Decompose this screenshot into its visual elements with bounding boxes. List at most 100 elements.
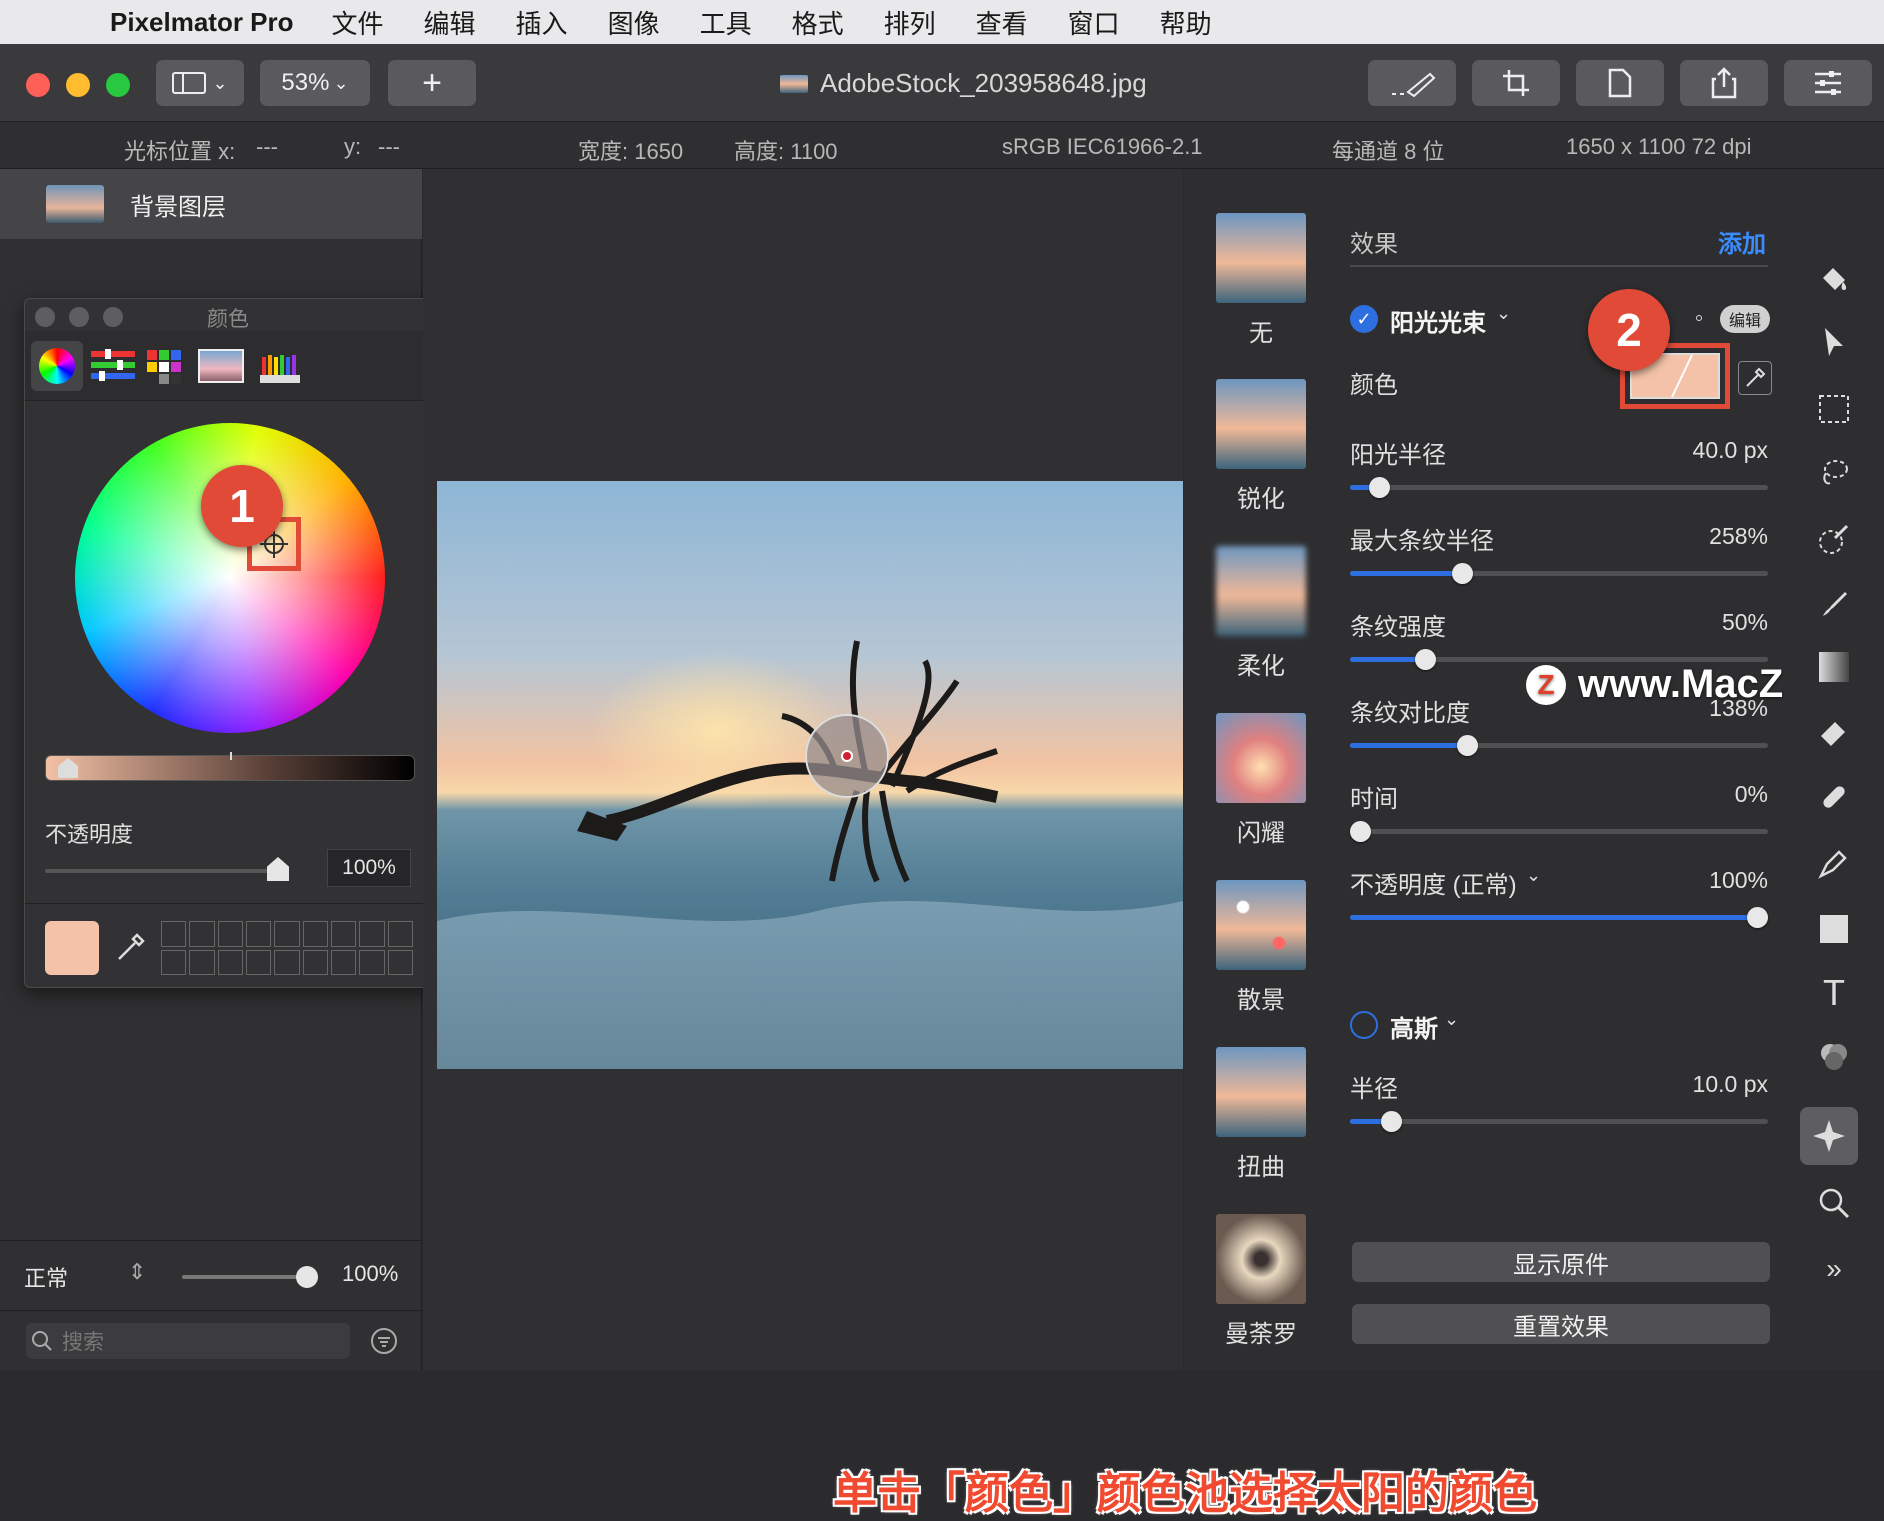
slider-knob[interactable] bbox=[1414, 649, 1436, 670]
empty-swatch[interactable] bbox=[302, 949, 328, 975]
color-swatch-grid[interactable] bbox=[161, 921, 413, 975]
bandage-retouch-icon[interactable] bbox=[1810, 773, 1858, 821]
empty-swatch[interactable] bbox=[246, 921, 272, 947]
magic-select-icon[interactable] bbox=[1810, 515, 1858, 563]
effect-opacity-slider[interactable] bbox=[1350, 907, 1768, 928]
edit-effect-button[interactable]: 编辑 bbox=[1720, 305, 1770, 333]
panel-close-button[interactable] bbox=[35, 307, 55, 327]
reset-effects-button[interactable]: 重置效果 bbox=[1352, 1304, 1770, 1344]
rectangle-select-icon[interactable] bbox=[1810, 385, 1858, 433]
empty-swatch[interactable] bbox=[217, 921, 243, 947]
menu-file[interactable]: 文件 bbox=[332, 4, 384, 41]
menu-arrange[interactable]: 排列 bbox=[884, 4, 936, 41]
effect-bokeh[interactable]: 散景 bbox=[1216, 880, 1306, 1015]
add-effect-button[interactable]: 添加 bbox=[1718, 224, 1766, 259]
gaussian-effect-name[interactable]: 高斯 bbox=[1390, 1009, 1438, 1044]
eraser-icon[interactable] bbox=[1810, 707, 1858, 755]
add-button[interactable]: + bbox=[388, 60, 476, 106]
sunbeam-effect-name[interactable]: 阳光光束 bbox=[1390, 303, 1486, 338]
crop-button[interactable] bbox=[1472, 60, 1560, 106]
effect-mandala[interactable]: 曼荼罗 bbox=[1216, 1214, 1306, 1349]
show-original-button[interactable]: 显示原件 bbox=[1352, 1242, 1770, 1282]
tool-options-button[interactable] bbox=[1368, 60, 1456, 106]
expand-tools-icon[interactable]: » bbox=[1810, 1245, 1858, 1293]
paint-bucket-icon[interactable] bbox=[1810, 255, 1858, 303]
menu-help[interactable]: 帮助 bbox=[1160, 4, 1212, 41]
sunbeam-enable-checkbox[interactable]: ✓ bbox=[1350, 305, 1378, 333]
empty-swatch[interactable] bbox=[161, 949, 187, 975]
menu-edit[interactable]: 编辑 bbox=[424, 4, 476, 41]
close-window-button[interactable] bbox=[26, 73, 50, 97]
empty-swatch[interactable] bbox=[387, 949, 413, 975]
empty-swatch[interactable] bbox=[387, 921, 413, 947]
gaussian-enable-checkbox[interactable] bbox=[1350, 1011, 1378, 1039]
opacity-input[interactable]: 100% bbox=[327, 849, 411, 887]
opacity-slider-knob[interactable] bbox=[267, 857, 289, 881]
opacity-slider[interactable] bbox=[45, 857, 289, 881]
effect-none[interactable]: 无 bbox=[1216, 213, 1306, 348]
zoom-window-button[interactable] bbox=[106, 73, 130, 97]
brightness-slider[interactable] bbox=[45, 752, 415, 781]
color-adjust-icon[interactable] bbox=[1810, 1033, 1858, 1081]
sun-radius-slider[interactable] bbox=[1350, 477, 1768, 498]
slider-knob[interactable] bbox=[1350, 821, 1371, 842]
text-tool-icon[interactable]: T bbox=[1810, 969, 1858, 1017]
slider-knob[interactable] bbox=[1368, 477, 1390, 498]
empty-swatch[interactable] bbox=[274, 921, 300, 947]
tab-image-palette[interactable] bbox=[195, 341, 247, 391]
layer-opacity-knob[interactable] bbox=[296, 1266, 318, 1288]
minimize-window-button[interactable] bbox=[66, 73, 90, 97]
empty-swatch[interactable] bbox=[246, 949, 272, 975]
layer-opacity-slider[interactable] bbox=[182, 1266, 318, 1288]
effect-soften[interactable]: 柔化 bbox=[1216, 546, 1306, 681]
menu-tools[interactable]: 工具 bbox=[700, 4, 752, 41]
shape-square-icon[interactable] bbox=[1810, 905, 1858, 953]
brightness-slider-knob[interactable] bbox=[58, 758, 78, 778]
updown-chevron-icon[interactable]: ⇕ bbox=[128, 1259, 146, 1285]
empty-swatch[interactable] bbox=[189, 949, 215, 975]
effect-distort[interactable]: 扭曲 bbox=[1216, 1047, 1306, 1182]
effects-tool-icon[interactable] bbox=[1800, 1107, 1858, 1165]
empty-swatch[interactable] bbox=[274, 949, 300, 975]
search-input[interactable]: 搜索 bbox=[26, 1323, 350, 1359]
empty-swatch[interactable] bbox=[217, 949, 243, 975]
adjustments-button[interactable] bbox=[1784, 60, 1872, 106]
streak-contrast-slider[interactable] bbox=[1350, 735, 1768, 756]
menu-window[interactable]: 窗口 bbox=[1068, 4, 1120, 41]
menu-image[interactable]: 图像 bbox=[608, 4, 660, 41]
gradient-icon[interactable] bbox=[1810, 643, 1858, 691]
tab-color-sliders[interactable] bbox=[87, 341, 139, 391]
pen-icon[interactable] bbox=[1810, 839, 1858, 887]
slider-knob[interactable] bbox=[1452, 563, 1474, 584]
empty-swatch[interactable] bbox=[331, 949, 357, 975]
effect-opacity-label[interactable]: 不透明度 (正常) bbox=[1350, 865, 1517, 900]
empty-swatch[interactable] bbox=[189, 921, 215, 947]
effect-sharpen[interactable]: 锐化 bbox=[1216, 379, 1306, 514]
time-slider[interactable] bbox=[1350, 821, 1768, 842]
empty-swatch[interactable] bbox=[331, 921, 357, 947]
slider-knob[interactable] bbox=[1381, 1111, 1403, 1132]
chevron-down-icon[interactable]: ⌄ bbox=[1496, 303, 1511, 324]
menu-format[interactable]: 格式 bbox=[792, 4, 844, 41]
slider-knob[interactable] bbox=[1747, 907, 1768, 928]
zoom-magnifier-icon[interactable] bbox=[1810, 1179, 1858, 1227]
chevron-down-icon[interactable]: ⌄ bbox=[1444, 1009, 1459, 1030]
format-button[interactable] bbox=[1576, 60, 1664, 106]
empty-swatch[interactable] bbox=[359, 921, 385, 947]
empty-swatch[interactable] bbox=[302, 921, 328, 947]
tab-color-wheel[interactable] bbox=[31, 341, 83, 391]
effect-glow[interactable]: 闪耀 bbox=[1216, 713, 1306, 848]
empty-swatch[interactable] bbox=[359, 949, 385, 975]
panel-minimize-button[interactable] bbox=[69, 307, 89, 327]
max-streak-slider[interactable] bbox=[1350, 563, 1768, 584]
app-menu[interactable]: Pixelmator Pro bbox=[110, 7, 294, 38]
menu-view[interactable]: 查看 bbox=[976, 4, 1028, 41]
eyedropper-icon[interactable] bbox=[113, 931, 147, 965]
empty-swatch[interactable] bbox=[161, 921, 187, 947]
canvas-area[interactable]: 单击「颜色」颜色池选择太阳的颜色 bbox=[423, 169, 1537, 1518]
tab-pencils[interactable] bbox=[255, 341, 307, 391]
tab-color-palettes[interactable] bbox=[139, 341, 191, 391]
filter-icon[interactable] bbox=[370, 1327, 398, 1355]
share-button[interactable] bbox=[1680, 60, 1768, 106]
paint-brush-icon[interactable] bbox=[1810, 581, 1858, 629]
